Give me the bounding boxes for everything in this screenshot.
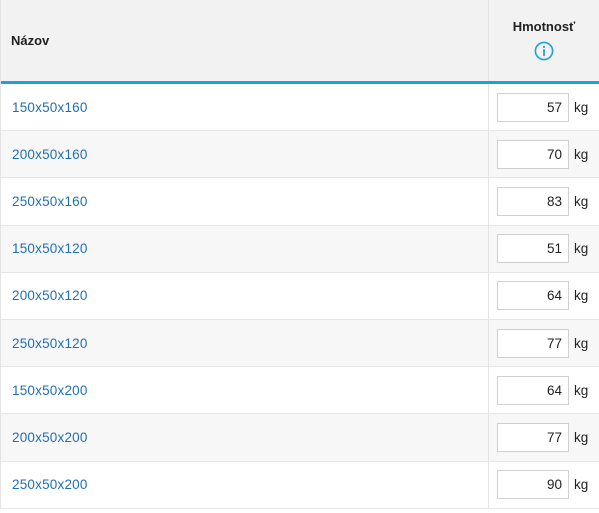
weight-input[interactable] <box>497 470 569 500</box>
table-header: Názov Hmotnosť <box>1 0 599 84</box>
product-name-link[interactable]: 150x50x160 <box>12 100 88 115</box>
weight-input[interactable] <box>497 92 569 122</box>
info-circle-icon[interactable] <box>534 41 554 61</box>
weight-input[interactable] <box>497 186 569 216</box>
weight-unit: kg <box>574 477 589 493</box>
table-row: 200x50x200 kg <box>1 414 599 462</box>
table-row: 150x50x120 kg <box>1 225 599 273</box>
product-name-link[interactable]: 150x50x120 <box>12 241 88 256</box>
product-name-link[interactable]: 250x50x120 <box>12 336 88 351</box>
weight-unit: kg <box>574 146 589 162</box>
column-header-weight-label: Hmotnosť <box>512 19 576 34</box>
table-row: 250x50x200 kg <box>1 461 599 509</box>
product-name-link[interactable]: 200x50x200 <box>12 430 88 445</box>
table-row: 150x50x200 kg <box>1 367 599 415</box>
weight-unit: kg <box>574 429 589 445</box>
weight-unit: kg <box>574 335 589 351</box>
table-row: 150x50x160 kg <box>1 84 599 132</box>
table-row: 200x50x120 kg <box>1 272 599 320</box>
weight-input[interactable] <box>497 281 569 311</box>
weight-input[interactable] <box>497 375 569 405</box>
weight-input[interactable] <box>497 139 569 169</box>
product-name-link[interactable]: 250x50x200 <box>12 477 88 492</box>
weight-unit: kg <box>574 288 589 304</box>
column-header-weight: Hmotnosť <box>488 0 599 81</box>
weight-unit: kg <box>574 241 589 257</box>
product-name-link[interactable]: 150x50x200 <box>12 383 88 398</box>
product-name-link[interactable]: 200x50x120 <box>12 288 88 303</box>
table-row: 250x50x160 kg <box>1 178 599 226</box>
product-name-link[interactable]: 200x50x160 <box>12 147 88 162</box>
weight-unit: kg <box>574 99 589 115</box>
table-row: 200x50x160 kg <box>1 131 599 179</box>
weight-unit: kg <box>574 193 589 209</box>
weight-unit: kg <box>574 382 589 398</box>
weight-input[interactable] <box>497 422 569 452</box>
weight-input[interactable] <box>497 328 569 358</box>
weight-input[interactable] <box>497 234 569 264</box>
product-weight-table: Názov Hmotnosť 150x50x160 kg 200x50x160 … <box>0 0 599 509</box>
column-header-name: Názov <box>11 33 50 48</box>
table-row: 250x50x120 kg <box>1 319 599 368</box>
product-name-link[interactable]: 250x50x160 <box>12 194 88 209</box>
